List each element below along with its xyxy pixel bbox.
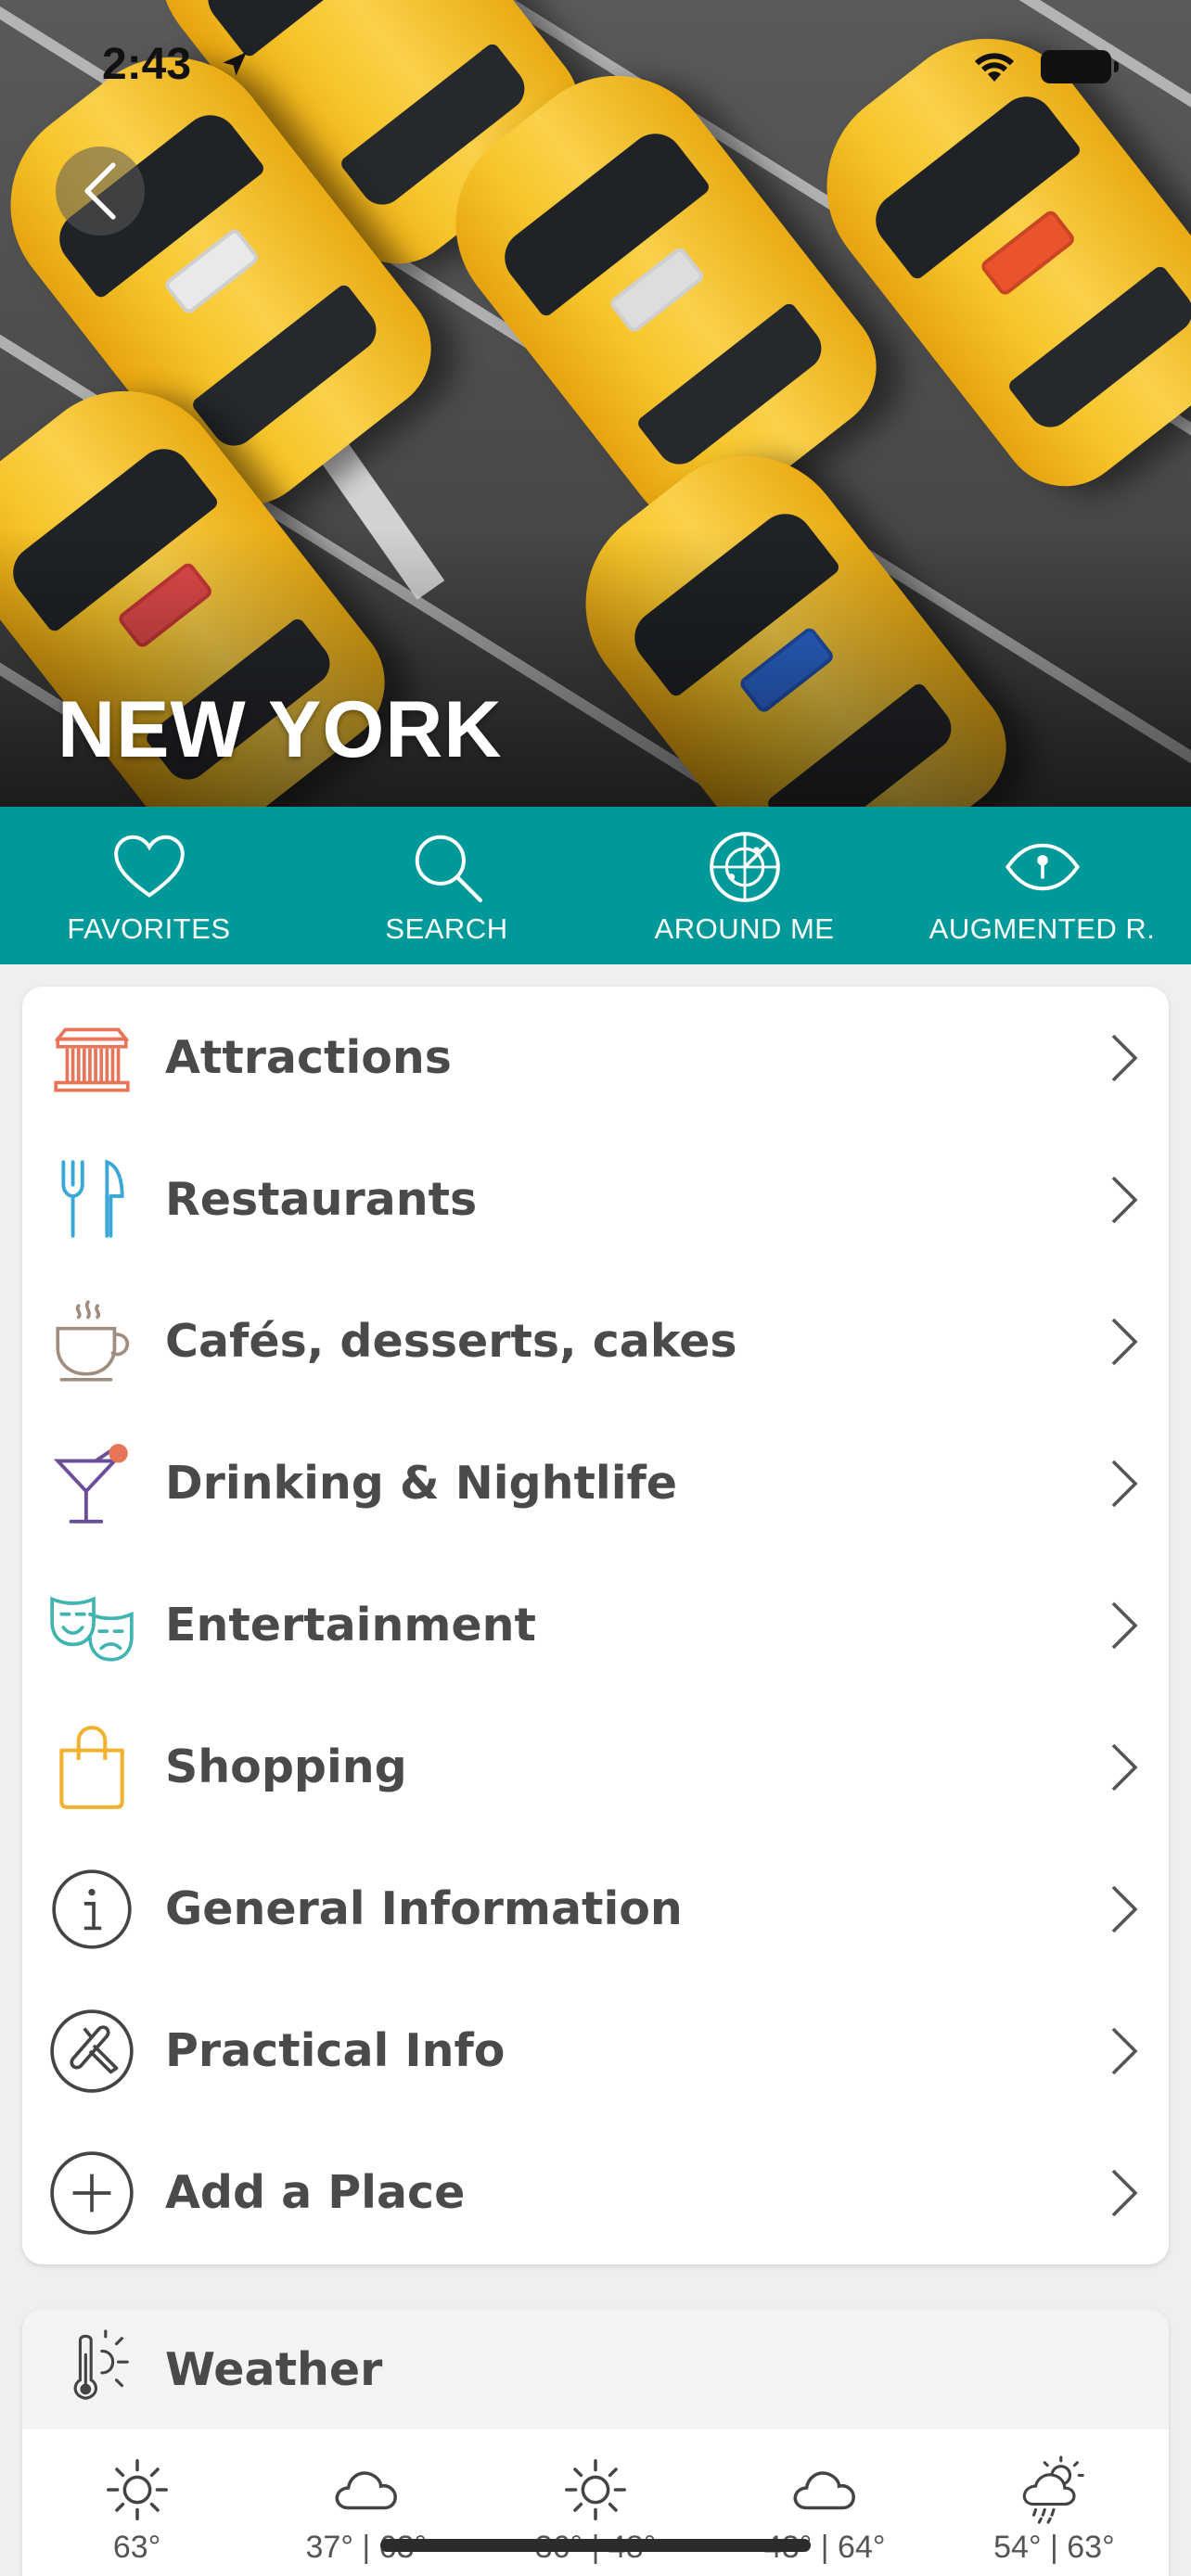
forecast-temp: 63° <box>112 2530 161 2565</box>
tab-augmented-reality[interactable]: AUGMENTED R. <box>893 807 1191 964</box>
menu-item-attractions[interactable]: Attractions <box>22 987 1169 1129</box>
forecast-day: 54° | 63° <box>940 2429 1169 2576</box>
thermometer-icon <box>73 2329 129 2400</box>
battery-icon <box>1041 50 1119 83</box>
forecast-temp: 54° | 63° <box>993 2530 1115 2565</box>
menu-item-label: Cafés, desserts, cakes <box>165 1315 737 1368</box>
plus-circle-icon <box>46 2148 137 2238</box>
menu-item-label: Attractions <box>165 1031 452 1084</box>
chevron-right-icon <box>1111 1318 1138 1365</box>
menu-item-general-information[interactable]: General Information <box>22 1838 1169 1980</box>
menu-item-shopping[interactable]: Shopping <box>22 1696 1169 1838</box>
menu-item-label: Practical Info <box>165 2024 506 2077</box>
status-time: 2:43 <box>102 40 192 89</box>
menu-item-label: Entertainment <box>165 1599 536 1651</box>
forecast-day: 63° <box>22 2429 251 2576</box>
search-icon <box>415 835 482 902</box>
shopping-bag-icon <box>46 1722 137 1813</box>
chevron-right-icon <box>1111 2027 1138 2074</box>
tab-label: FAVORITES <box>67 912 231 945</box>
menu-item-label: Shopping <box>165 1741 407 1793</box>
weather-title: Weather <box>165 2342 383 2396</box>
menu-item-drinking-nightlife[interactable]: Drinking & Nightlife <box>22 1412 1169 1554</box>
location-arrow-icon <box>223 52 247 76</box>
landmark-icon <box>46 1013 137 1103</box>
menu-item-practical-info[interactable]: Practical Info <box>22 1980 1169 2122</box>
menu-item-label: Add a Place <box>165 2166 466 2219</box>
tab-label: AROUND ME <box>654 912 835 945</box>
heart-icon <box>113 835 185 898</box>
menu-item-add-place[interactable]: Add a Place <box>22 2122 1169 2264</box>
cocktail-icon <box>46 1438 137 1529</box>
forecast-day: 36° | 48° <box>480 2429 710 2576</box>
wifi-icon <box>975 53 1014 82</box>
menu-item-cafes[interactable]: Cafés, desserts, cakes <box>22 1270 1169 1412</box>
sun-icon <box>106 2459 168 2520</box>
menu-item-label: Drinking & Nightlife <box>165 1457 678 1510</box>
radar-icon <box>709 832 780 902</box>
cloud-icon <box>793 2471 856 2510</box>
hero-image: 2:43 NEW YORK <box>0 0 1191 807</box>
menu-item-restaurants[interactable]: Restaurants <box>22 1129 1169 1270</box>
sun-rain-icon <box>1023 2455 1085 2524</box>
tab-search[interactable]: SEARCH <box>298 807 596 964</box>
swiss-knife-icon <box>46 2006 137 2097</box>
tab-label: AUGMENTED R. <box>928 912 1156 945</box>
chevron-right-icon <box>1111 1034 1138 1081</box>
menu-item-label: General Information <box>165 1882 683 1935</box>
menu-item-entertainment[interactable]: Entertainment <box>22 1554 1169 1696</box>
chevron-right-icon <box>1111 1743 1138 1791</box>
tab-favorites[interactable]: FAVORITES <box>0 807 298 964</box>
chevron-right-icon <box>1111 2169 1138 2216</box>
tab-around-me[interactable]: AROUND ME <box>596 807 893 964</box>
weather-header: Weather <box>22 2309 1169 2429</box>
tab-label: SEARCH <box>385 912 508 945</box>
sun-icon <box>565 2459 626 2520</box>
chevron-left-icon <box>84 162 116 220</box>
forecast-day: 43° | 64° <box>711 2429 940 2576</box>
chevron-right-icon <box>1111 1460 1138 1507</box>
eye-icon <box>1005 843 1080 891</box>
info-icon <box>46 1864 137 1955</box>
chevron-right-icon <box>1111 1176 1138 1223</box>
theater-masks-icon <box>46 1580 137 1671</box>
chevron-right-icon <box>1111 1601 1138 1649</box>
city-title: NEW YORK <box>58 685 503 774</box>
cloud-icon <box>335 2471 397 2510</box>
forecast-row: 63° 37° | 63° 36° | 48° 43° | 64° <box>22 2429 1169 2576</box>
coffee-cup-icon <box>46 1296 137 1387</box>
back-button[interactable] <box>56 147 145 236</box>
forecast-day: 37° | 63° <box>251 2429 480 2576</box>
weather-card[interactable]: Weather 63° 37° | 63° 36° | 48° <box>22 2309 1169 2576</box>
status-bar: 2:43 <box>0 0 1191 130</box>
category-list: Attractions Restaurants Cafés, desserts,… <box>22 987 1169 2264</box>
home-indicator[interactable] <box>380 2539 811 2552</box>
fork-knife-icon <box>46 1154 137 1245</box>
tab-bar: FAVORITES SEARCH AROUND ME AUGMENTED R. <box>0 807 1191 964</box>
chevron-right-icon <box>1111 1885 1138 1932</box>
menu-item-label: Restaurants <box>165 1173 478 1226</box>
